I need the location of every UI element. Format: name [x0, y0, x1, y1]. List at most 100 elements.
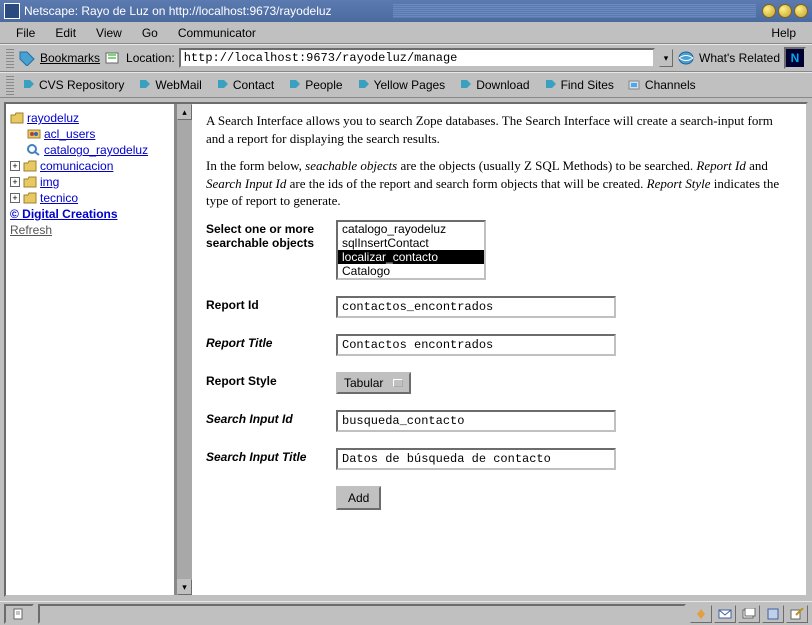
magnifier-icon	[27, 144, 41, 156]
list-item[interactable]: Catalogo	[338, 264, 484, 278]
menu-go[interactable]: Go	[132, 24, 168, 42]
tb-webmail-label: WebMail	[155, 78, 201, 92]
expand-icon[interactable]: +	[10, 193, 20, 203]
bookmarks-label[interactable]: Bookmarks	[40, 51, 100, 65]
tb-cvs-label: CVS Repository	[39, 78, 124, 92]
tree-comunicacion[interactable]: + comunicacion	[10, 158, 170, 174]
list-item[interactable]: catalogo_rayodeluz	[338, 222, 484, 236]
searchable-objects-label: Select one or more searchable objects	[206, 220, 336, 250]
sidebar-scrollbar[interactable]: ▴ ▾	[176, 104, 192, 595]
folder-icon	[23, 176, 37, 188]
status-nav-icon[interactable]	[690, 605, 712, 623]
maximize-button[interactable]	[778, 4, 792, 18]
tree-img-label: img	[40, 175, 59, 189]
menu-view[interactable]: View	[86, 24, 132, 42]
content-border: rayodeluz acl_users catalogo_rayodeluz +…	[4, 102, 808, 597]
list-item[interactable]: sqlInsertContact	[338, 236, 484, 250]
content-area: rayodeluz acl_users catalogo_rayodeluz +…	[0, 98, 812, 601]
bookmark-icon	[288, 79, 302, 91]
tb-contact-label: Contact	[233, 78, 274, 92]
digital-creations-link[interactable]: © Digital Creations	[10, 206, 170, 222]
menu-edit[interactable]: Edit	[45, 24, 86, 42]
menu-communicator[interactable]: Communicator	[168, 24, 266, 42]
tb-channels-label: Channels	[645, 78, 696, 92]
status-mail-icon[interactable]	[714, 605, 736, 623]
status-security-icon[interactable]	[4, 604, 34, 624]
report-style-label: Report Style	[206, 372, 336, 388]
tb-cvs[interactable]: CVS Repository	[16, 77, 130, 93]
tb-yellow[interactable]: Yellow Pages	[351, 77, 452, 93]
tree-acl-label: acl_users	[44, 127, 95, 141]
search-input-id-label: Search Input Id	[206, 410, 336, 426]
location-label: Location:	[126, 51, 175, 65]
users-icon	[27, 128, 41, 140]
dc-label: © Digital Creations	[10, 207, 118, 221]
tb-download-label: Download	[476, 78, 529, 92]
tb-find-label: Find Sites	[561, 78, 614, 92]
bookmark-icon	[138, 79, 152, 91]
netscape-throbber-icon[interactable]: N	[784, 47, 806, 69]
report-title-input[interactable]	[336, 334, 616, 356]
tb-people[interactable]: People	[282, 77, 348, 93]
search-input-id-input[interactable]	[336, 410, 616, 432]
list-item-selected[interactable]: localizar_contacto	[338, 250, 484, 264]
tree-catalogo-label: catalogo_rayodeluz	[44, 143, 148, 157]
folder-icon	[23, 192, 37, 204]
search-input-title-label: Search Input Title	[206, 448, 336, 464]
document-icon	[12, 608, 26, 620]
status-addressbook-icon[interactable]	[762, 605, 784, 623]
netscape-window: Netscape: Rayo de Luz on http://localhos…	[0, 0, 812, 625]
app-icon	[4, 3, 20, 19]
scroll-track[interactable]	[177, 120, 192, 579]
tb-people-label: People	[305, 78, 342, 92]
close-button[interactable]	[794, 4, 808, 18]
tb-find[interactable]: Find Sites	[538, 77, 620, 93]
url-dropdown-button[interactable]: ▾	[659, 49, 673, 67]
bookmarks-icon[interactable]	[18, 50, 36, 66]
menu-file[interactable]: File	[6, 24, 45, 42]
intro-paragraph-1: A Search Interface allows you to search …	[206, 112, 792, 147]
status-message	[38, 604, 686, 624]
tree-acl[interactable]: acl_users	[10, 126, 170, 142]
scroll-down-button[interactable]: ▾	[177, 579, 192, 595]
window-title: Netscape: Rayo de Luz on http://localhos…	[24, 4, 387, 18]
toolbar2-drag-handle[interactable]	[6, 75, 14, 95]
tree-tecnico[interactable]: + tecnico	[10, 190, 170, 206]
add-button[interactable]: Add	[336, 486, 381, 510]
personal-toolbar: CVS Repository WebMail Contact People Ye…	[0, 72, 812, 98]
location-toolbar: Bookmarks Location: ▾ What's Related N	[0, 44, 812, 72]
scroll-up-button[interactable]: ▴	[177, 104, 192, 120]
url-input[interactable]	[179, 48, 655, 68]
folder-icon	[10, 112, 24, 124]
menu-help[interactable]: Help	[761, 24, 806, 42]
folder-icon	[23, 160, 37, 172]
tb-contact[interactable]: Contact	[210, 77, 280, 93]
refresh-label: Refresh	[10, 223, 52, 237]
dropdown-icon	[393, 379, 403, 387]
toolbar-drag-handle[interactable]	[6, 48, 14, 68]
tb-webmail[interactable]: WebMail	[132, 77, 207, 93]
whats-related-icon[interactable]	[677, 50, 695, 66]
status-news-icon[interactable]	[738, 605, 760, 623]
search-input-title-input[interactable]	[336, 448, 616, 470]
expand-icon[interactable]: +	[10, 177, 20, 187]
titlebar-stripes	[393, 4, 756, 18]
report-style-select[interactable]: Tabular	[336, 372, 411, 394]
intro-paragraph-2: In the form below, seachable objects are…	[206, 157, 792, 210]
bookmark-icon	[216, 79, 230, 91]
tb-download[interactable]: Download	[453, 77, 535, 93]
status-composer-icon[interactable]	[786, 605, 808, 623]
tb-channels[interactable]: Channels	[622, 77, 702, 93]
report-id-label: Report Id	[206, 296, 336, 312]
refresh-link[interactable]: Refresh	[10, 222, 170, 238]
searchable-objects-listbox[interactable]: catalogo_rayodeluz sqlInsertContact loca…	[336, 220, 486, 280]
report-id-input[interactable]	[336, 296, 616, 318]
tree-tecnico-label: tecnico	[40, 191, 78, 205]
whats-related-label[interactable]: What's Related	[699, 51, 780, 65]
form: Select one or more searchable objects ca…	[206, 220, 792, 510]
tree-img[interactable]: + img	[10, 174, 170, 190]
minimize-button[interactable]	[762, 4, 776, 18]
tree-root[interactable]: rayodeluz	[10, 110, 170, 126]
expand-icon[interactable]: +	[10, 161, 20, 171]
tree-catalogo[interactable]: catalogo_rayodeluz	[10, 142, 170, 158]
